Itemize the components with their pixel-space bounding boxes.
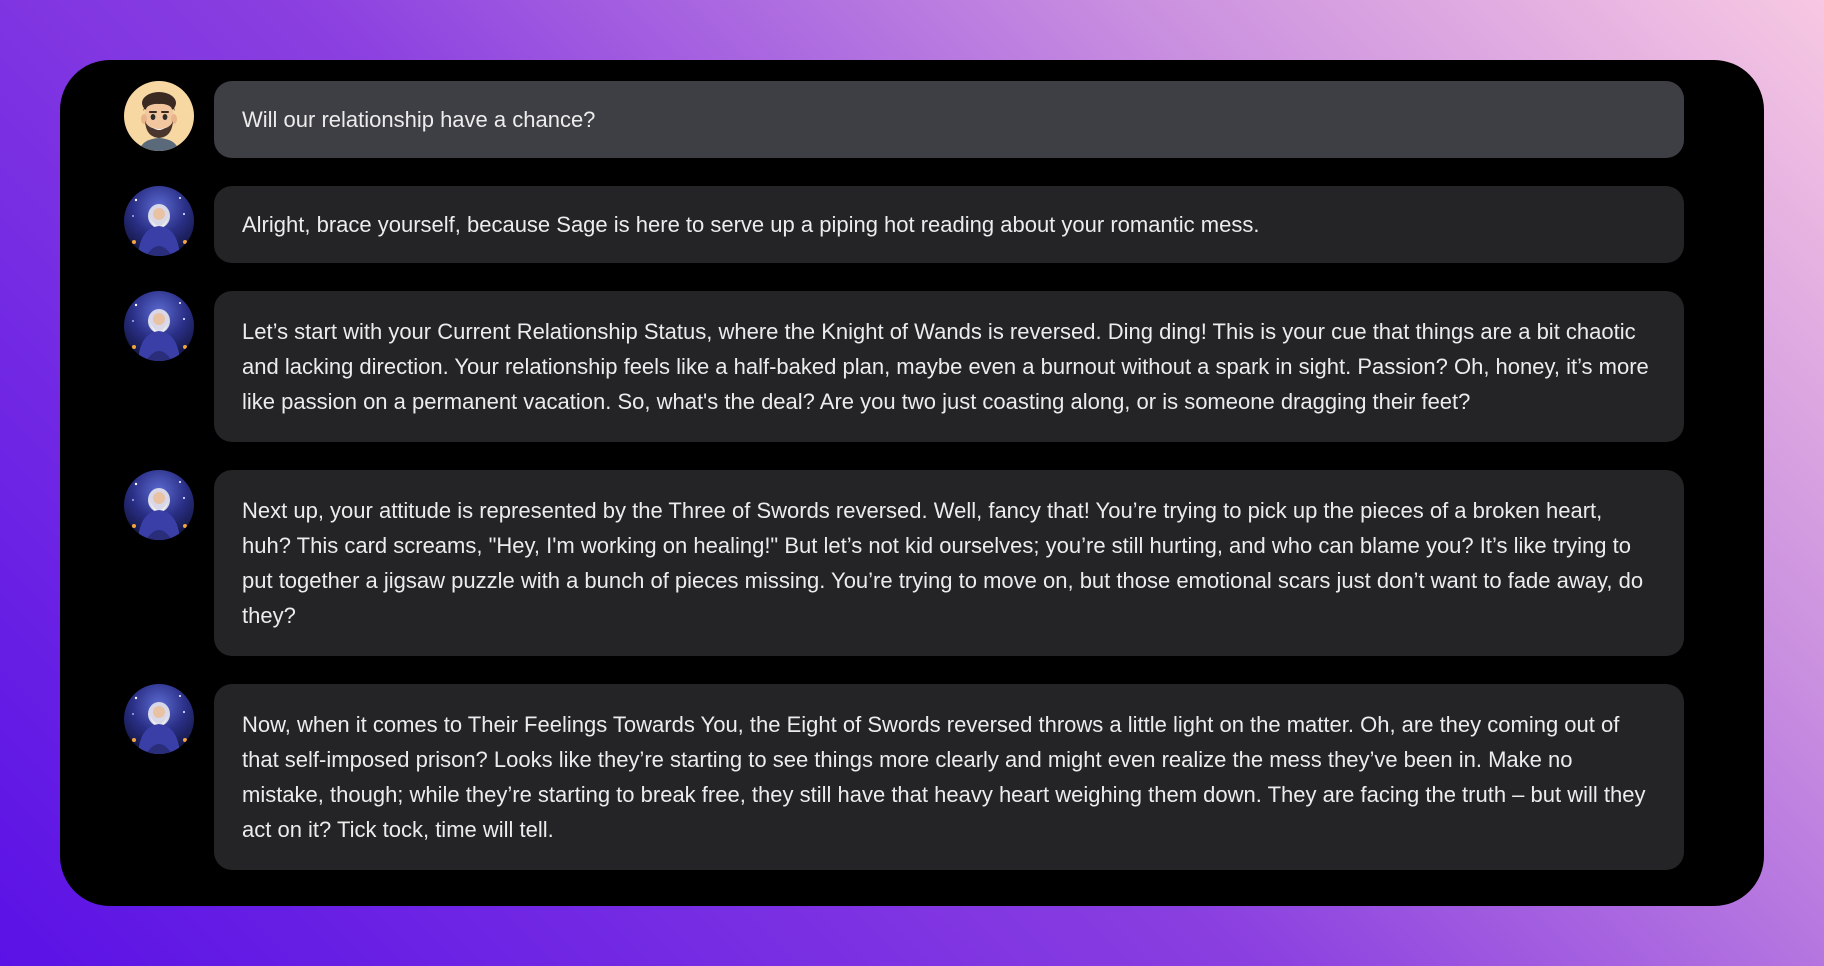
- message-assistant: Now, when it comes to Their Feelings Tow…: [124, 684, 1764, 870]
- message-assistant: Next up, your attitude is represented by…: [124, 470, 1764, 656]
- sage-avatar-icon: [124, 291, 194, 361]
- message-bubble: Now, when it comes to Their Feelings Tow…: [214, 684, 1684, 870]
- sage-avatar-icon: [124, 186, 194, 256]
- message-bubble: Will our relationship have a chance?: [214, 81, 1684, 158]
- sage-avatar-icon: [124, 684, 194, 754]
- message-bubble: Alright, brace yourself, because Sage is…: [214, 186, 1684, 263]
- user-avatar-icon: [124, 81, 194, 151]
- message-bubble: Next up, your attitude is represented by…: [214, 470, 1684, 656]
- message-assistant: Let’s start with your Current Relationsh…: [124, 291, 1764, 442]
- chat-window: Will our relationship have a chance? Alr…: [60, 60, 1764, 906]
- sage-avatar-icon: [124, 470, 194, 540]
- message-user: Will our relationship have a chance?: [124, 81, 1764, 158]
- message-assistant: Alright, brace yourself, because Sage is…: [124, 186, 1764, 263]
- message-bubble: Let’s start with your Current Relationsh…: [214, 291, 1684, 442]
